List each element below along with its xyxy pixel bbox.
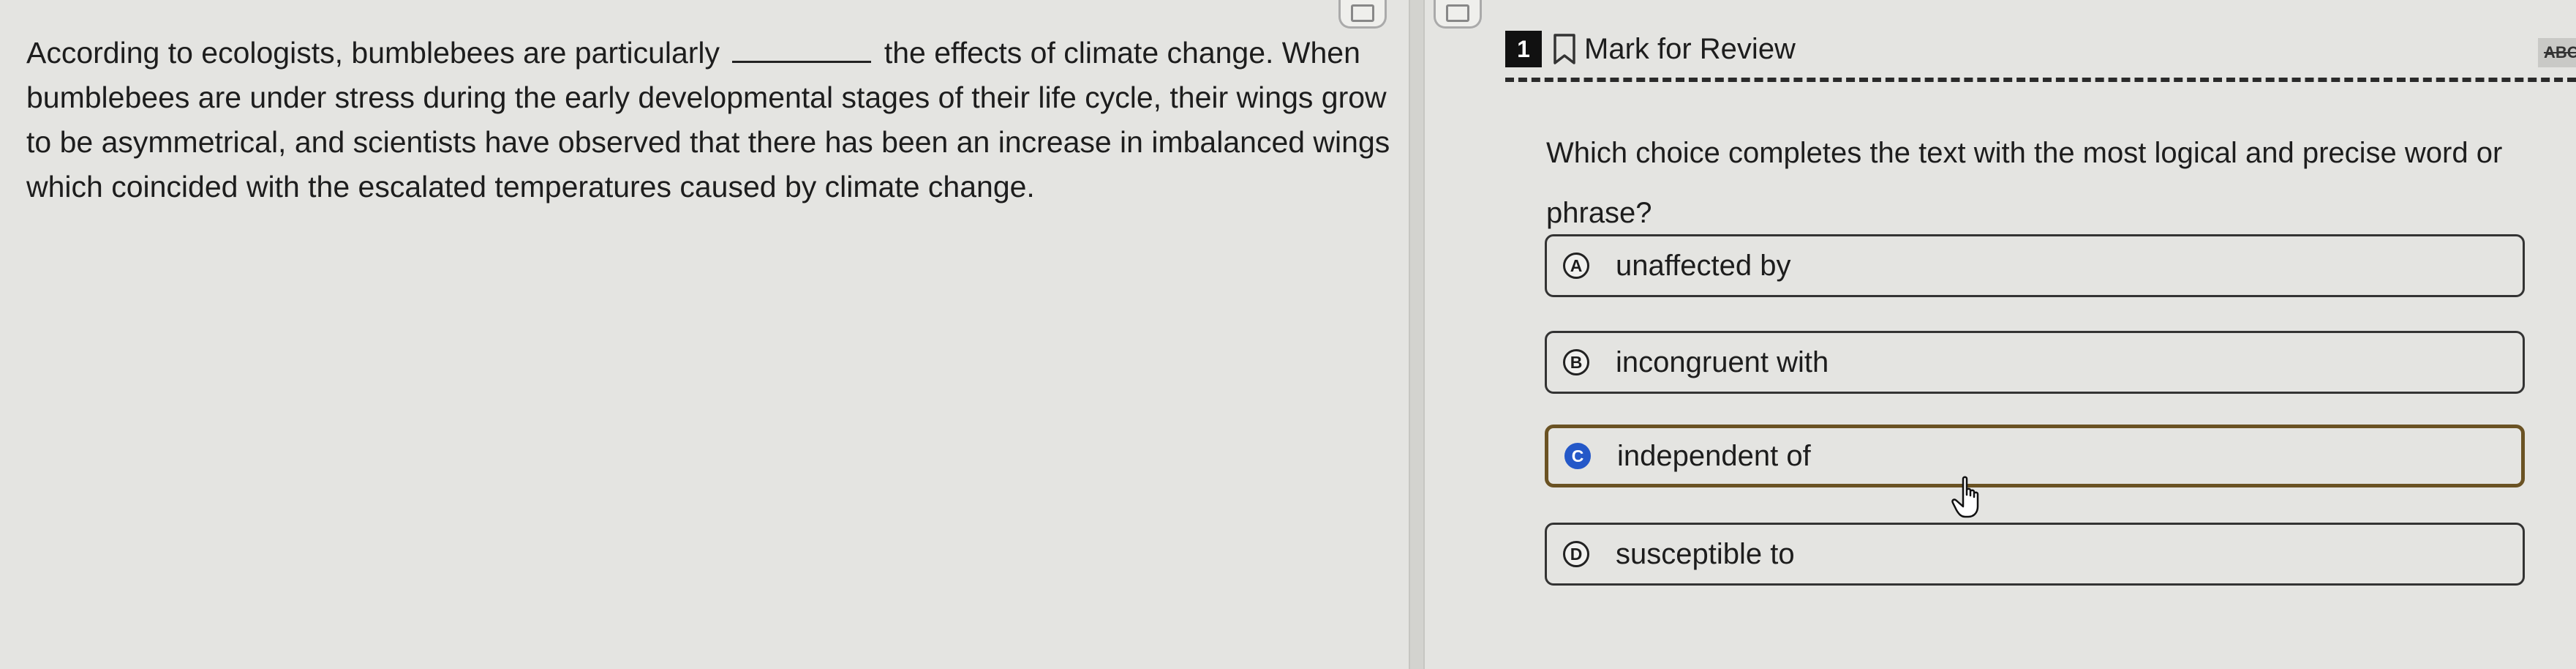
expand-left-pane-button[interactable] — [1338, 0, 1387, 29]
pane-divider[interactable] — [1409, 0, 1425, 669]
choice-d[interactable]: D susceptible to — [1545, 523, 2525, 586]
choice-c-letter: C — [1564, 443, 1591, 469]
passage-blank — [732, 39, 872, 63]
choice-b-letter: B — [1563, 349, 1589, 375]
choice-a-text: unaffected by — [1616, 249, 1791, 282]
expand-right-pane-button[interactable] — [1434, 0, 1482, 29]
choice-d-letter: D — [1563, 541, 1589, 567]
header-dashed-rule — [1505, 78, 2576, 82]
pane-handle-icon — [1351, 4, 1374, 22]
choice-a[interactable]: A unaffected by — [1545, 234, 2525, 297]
pane-handle-icon — [1446, 4, 1469, 22]
bookmark-icon — [1553, 34, 1575, 64]
choice-b-text: incongruent with — [1616, 345, 1829, 378]
choice-c[interactable]: C independent of — [1545, 425, 2525, 487]
mark-for-review-button[interactable]: Mark for Review — [1542, 32, 1796, 66]
choice-a-letter: A — [1563, 253, 1589, 279]
hand-cursor-icon — [1951, 476, 1979, 518]
passage-text: According to ecologists, bumblebees are … — [26, 31, 1401, 209]
passage-before-blank: According to ecologists, bumblebees are … — [26, 36, 720, 70]
question-prompt: Which choice completes the text with the… — [1546, 137, 2503, 229]
choice-d-text: susceptible to — [1616, 537, 1795, 570]
mark-for-review-label: Mark for Review — [1584, 32, 1796, 65]
question-number: 1 — [1505, 31, 1542, 67]
choice-b[interactable]: B incongruent with — [1545, 331, 2525, 394]
answer-eliminator-toggle[interactable]: ABC — [2538, 38, 2576, 67]
question-header: 1 Mark for Review — [1505, 31, 1796, 67]
choice-c-text: independent of — [1617, 439, 1811, 472]
